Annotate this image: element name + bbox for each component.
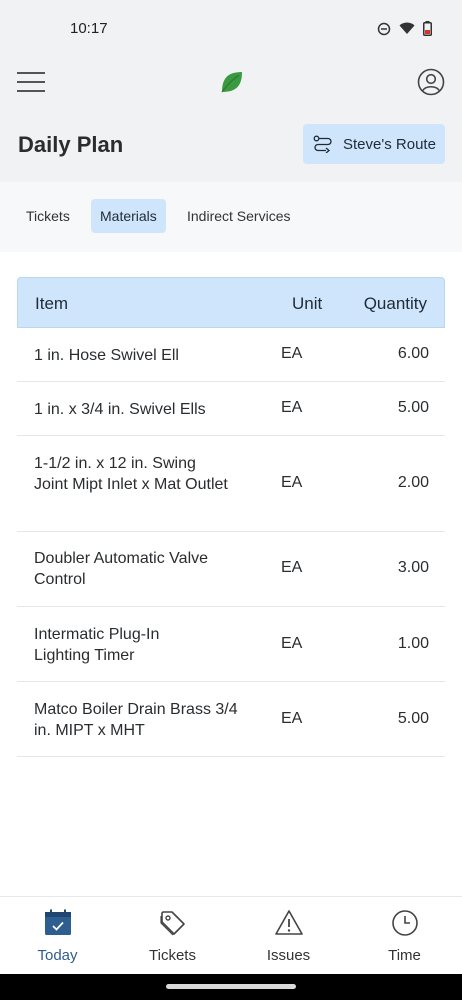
row-unit: EA: [281, 559, 303, 576]
nav-today[interactable]: Today: [0, 897, 115, 975]
clock-icon: [392, 910, 418, 936]
table-row[interactable]: 1 in. x 3/4 in. Swivel Ells EA 5.00: [17, 382, 445, 436]
table-row[interactable]: 1-1/2 in. x 12 in. Swing Joint Mipt Inle…: [17, 436, 445, 532]
column-header-unit: Unit: [292, 294, 323, 313]
nav-tickets[interactable]: Tickets: [115, 897, 230, 975]
route-button[interactable]: Steve's Route: [303, 124, 445, 164]
status-time: 10:17: [70, 20, 108, 37]
row-quantity: 1.00: [397, 635, 429, 652]
app-header: Daily Plan Steve's Route: [0, 58, 462, 182]
status-icons: [377, 21, 432, 36]
row-unit: EA: [281, 635, 303, 652]
column-header-item: Item: [35, 294, 69, 313]
nav-today-label: Today: [37, 947, 78, 964]
row-item: Matco Boiler Drain Brass 3/4 in. MIPT x …: [34, 701, 238, 739]
tab-bar: Tickets Materials Indirect Services: [0, 182, 462, 252]
row-item: Intermatic Plug-In Lighting Timer: [34, 626, 160, 664]
do-not-disturb-icon: [377, 22, 391, 35]
bottom-nav: Today Tickets Issues Time: [0, 896, 462, 974]
tab-materials[interactable]: Materials: [91, 199, 166, 233]
nav-issues[interactable]: Issues: [231, 897, 346, 975]
warning-triangle-icon: [275, 910, 303, 935]
row-unit: EA: [281, 345, 303, 362]
row-unit: EA: [281, 399, 303, 416]
column-header-quantity: Quantity: [363, 294, 427, 313]
page-title: Daily Plan: [18, 132, 124, 157]
calendar-check-icon: [45, 909, 71, 935]
hamburger-icon-line: [17, 72, 45, 74]
route-button-label: Steve's Route: [343, 135, 436, 153]
tag-icon: [160, 911, 185, 936]
tab-tickets[interactable]: Tickets: [17, 199, 79, 233]
status-bar: 10:17: [0, 0, 462, 58]
row-quantity: 2.00: [397, 474, 429, 491]
nav-time[interactable]: Time: [347, 897, 462, 975]
home-gesture-handle[interactable]: [166, 984, 296, 989]
row-item: 1-1/2 in. x 12 in. Swing Joint Mipt Inle…: [34, 455, 228, 493]
tab-indirect-services[interactable]: Indirect Services: [178, 199, 299, 233]
battery-icon: [423, 21, 432, 36]
table-row[interactable]: Doubler Automatic Valve Control EA 3.00: [17, 532, 445, 607]
gesture-bar: [0, 974, 462, 1000]
row-item: Doubler Automatic Valve Control: [34, 550, 209, 588]
profile-icon[interactable]: [417, 68, 445, 96]
table-row[interactable]: Intermatic Plug-In Lighting Timer EA 1.0…: [17, 607, 445, 682]
row-unit: EA: [281, 474, 303, 491]
table-row[interactable]: Matco Boiler Drain Brass 3/4 in. MIPT x …: [17, 682, 445, 757]
hamburger-icon-line: [17, 90, 45, 92]
hamburger-icon-line: [17, 81, 45, 83]
row-unit: EA: [281, 710, 303, 727]
nav-issues-label: Issues: [266, 947, 311, 964]
nav-time-label: Time: [388, 947, 421, 964]
row-item: 1 in. Hose Swivel Ell: [34, 347, 179, 364]
table-row[interactable]: 1 in. Hose Swivel Ell EA 6.00: [17, 328, 445, 382]
route-icon: [313, 135, 332, 153]
row-quantity: 6.00: [397, 345, 429, 362]
table-header: Item Unit Quantity: [17, 277, 445, 328]
row-quantity: 3.00: [397, 559, 429, 576]
row-item: 1 in. x 3/4 in. Swivel Ells: [34, 401, 206, 418]
leaf-logo-icon: [221, 72, 242, 93]
menu-button[interactable]: [17, 72, 45, 94]
materials-table: Item Unit Quantity 1 in. Hose Swivel Ell…: [17, 277, 445, 757]
nav-tickets-label: Tickets: [149, 947, 196, 964]
row-quantity: 5.00: [397, 399, 429, 416]
wifi-icon: [399, 22, 415, 34]
row-quantity: 5.00: [397, 710, 429, 727]
